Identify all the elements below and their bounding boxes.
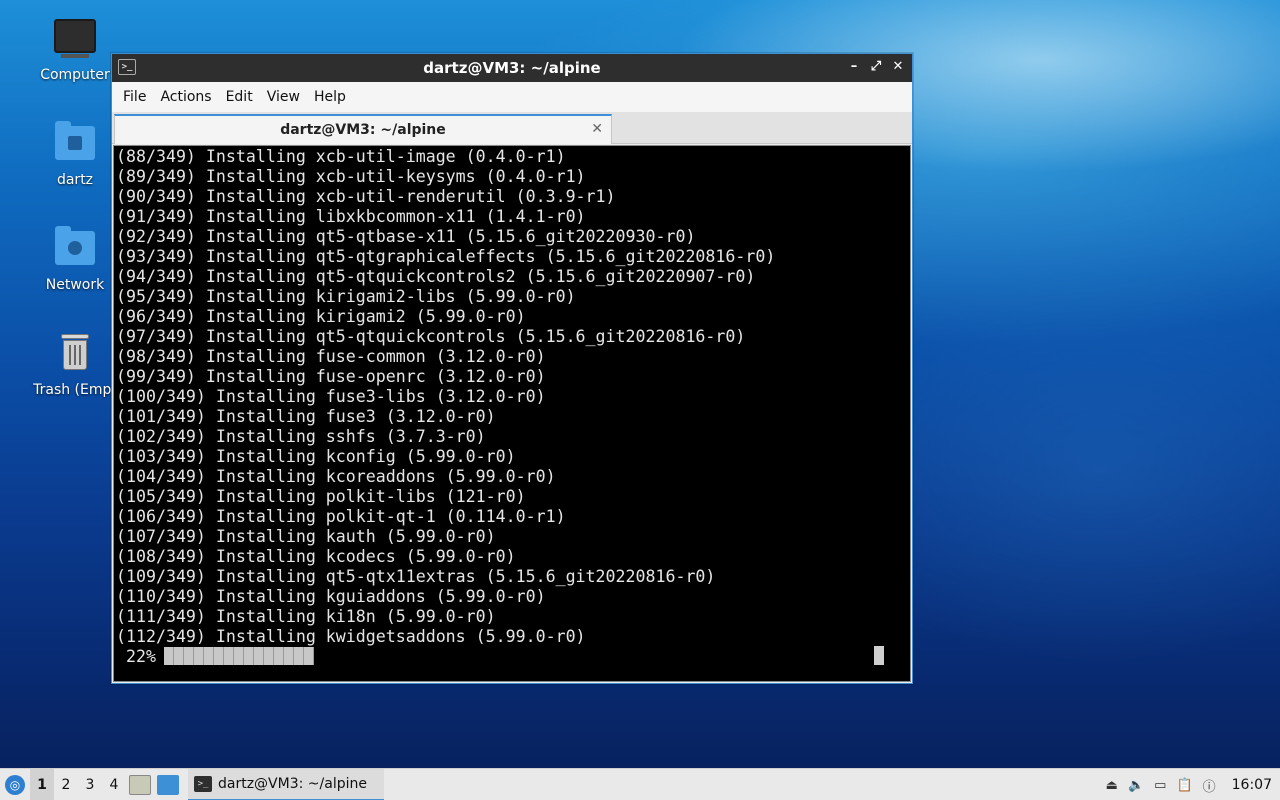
desktop-icon-label: Trash (Empt xyxy=(33,382,117,398)
terminal-window: >_ dartz@VM3: ~/alpine – ⤢ ✕ File Action… xyxy=(111,53,913,684)
terminal-line: (97/349) Installing qt5-qtquickcontrols … xyxy=(116,327,746,346)
terminal-line: (99/349) Installing fuse-openrc (3.12.0-… xyxy=(116,367,546,386)
clock[interactable]: 16:07 xyxy=(1232,777,1272,793)
task-label: dartz@VM3: ~/alpine xyxy=(218,775,367,792)
terminal-line: (98/349) Installing fuse-common (3.12.0-… xyxy=(116,347,546,366)
desktop-icon-label: Computer xyxy=(40,67,110,83)
menu-file[interactable]: File xyxy=(116,89,153,105)
close-button[interactable]: ✕ xyxy=(890,58,906,76)
workspace-3[interactable]: 3 xyxy=(78,769,102,800)
progress-line: 22% xyxy=(116,646,314,666)
terminal-line: (94/349) Installing qt5-qtquickcontrols2… xyxy=(116,267,756,286)
terminal-line: (100/349) Installing fuse3-libs (3.12.0-… xyxy=(116,387,546,406)
network-status-icon[interactable]: ▭ xyxy=(1154,778,1166,793)
menu-view[interactable]: View xyxy=(260,89,307,105)
terminal-line: (105/349) Installing polkit-libs (121-r0… xyxy=(116,487,526,506)
clipboard-icon[interactable]: 📋 xyxy=(1176,778,1192,793)
desktop-icon-home-folder[interactable]: dartz xyxy=(27,120,123,188)
window-title: dartz@VM3: ~/alpine xyxy=(423,59,601,77)
desktop-icon-computer[interactable]: Computer xyxy=(27,16,123,83)
terminal-app-icon[interactable]: >_ xyxy=(118,59,136,75)
start-menu-button[interactable]: ◎ xyxy=(0,769,30,800)
terminal-line: (112/349) Installing kwidgetsaddons (5.9… xyxy=(116,627,586,646)
volume-icon[interactable]: 🔈 xyxy=(1128,778,1144,793)
terminal-line: (93/349) Installing qt5-qtgraphicaleffec… xyxy=(116,247,776,266)
terminal-line: (106/349) Installing polkit-qt-1 (0.114.… xyxy=(116,507,566,526)
terminal-line: (90/349) Installing xcb-util-renderutil … xyxy=(116,187,616,206)
terminal-line: (91/349) Installing libxkbcommon-x11 (1.… xyxy=(116,207,586,226)
terminal-line: (110/349) Installing kguiaddons (5.99.0-… xyxy=(116,587,546,606)
terminal-line: (92/349) Installing qt5-qtbase-x11 (5.15… xyxy=(116,227,696,246)
menu-bar: File Actions Edit View Help xyxy=(112,82,912,112)
terminal-line: (89/349) Installing xcb-util-keysyms (0.… xyxy=(116,167,586,186)
file-manager-launcher-icon[interactable] xyxy=(129,774,151,795)
menu-edit[interactable]: Edit xyxy=(219,89,260,105)
terminal-line: (95/349) Installing kirigami2-libs (5.99… xyxy=(116,287,576,306)
workspace-1[interactable]: 1 xyxy=(30,768,54,800)
desktop-icon-label: Network xyxy=(45,277,105,293)
home-folder-icon xyxy=(53,120,97,164)
desktop-icon-network[interactable]: Network xyxy=(27,225,123,293)
terminal-task-icon: >_ xyxy=(194,775,212,792)
terminal-line: (107/349) Installing kauth (5.99.0-r0) xyxy=(116,527,496,546)
workspace-4[interactable]: 4 xyxy=(102,769,126,800)
terminal-line: (109/349) Installing qt5-qtx11extras (5.… xyxy=(116,567,716,586)
menu-actions[interactable]: Actions xyxy=(153,89,218,105)
app-menu-icon: ◎ xyxy=(5,774,25,795)
terminal-line: (111/349) Installing ki18n (5.99.0-r0) xyxy=(116,607,496,626)
tab-label: dartz@VM3: ~/alpine xyxy=(280,122,446,138)
window-titlebar[interactable]: >_ dartz@VM3: ~/alpine – ⤢ ✕ xyxy=(112,54,912,82)
terminal-line: (108/349) Installing kcodecs (5.99.0-r0) xyxy=(116,547,516,566)
network-folder-icon xyxy=(53,225,97,269)
terminal-cursor xyxy=(874,646,884,665)
terminal-line: (104/349) Installing kcoreaddons (5.99.0… xyxy=(116,467,556,486)
terminal-lines: (88/349) Installing xcb-util-image (0.4.… xyxy=(114,146,910,647)
tab-close-icon[interactable]: ✕ xyxy=(591,121,603,137)
workspace-2[interactable]: 2 xyxy=(54,769,78,800)
terminal-line: (102/349) Installing sshfs (3.7.3-r0) xyxy=(116,427,486,446)
progress-bar xyxy=(163,647,314,665)
terminal-line: (96/349) Installing kirigami2 (5.99.0-r0… xyxy=(116,307,526,326)
system-tray: ⏏ 🔈 ▭ 📋 ⓘ 16:07 xyxy=(1106,769,1280,800)
computer-icon xyxy=(53,19,97,63)
show-desktop-icon[interactable] xyxy=(157,774,179,795)
minimize-button[interactable]: – xyxy=(846,58,862,76)
trash-icon xyxy=(53,330,97,374)
tab-bar: dartz@VM3: ~/alpine ✕ xyxy=(112,112,912,144)
desktop-icon-trash[interactable]: Trash (Empt xyxy=(27,330,123,398)
terminal-line: (88/349) Installing xcb-util-image (0.4.… xyxy=(116,147,566,166)
taskbar-task-terminal[interactable]: >_ dartz@VM3: ~/alpine xyxy=(188,768,384,800)
menu-help[interactable]: Help xyxy=(307,89,353,105)
tab-terminal[interactable]: dartz@VM3: ~/alpine ✕ xyxy=(114,114,612,144)
eject-icon[interactable]: ⏏ xyxy=(1106,778,1118,793)
terminal-output[interactable]: (88/349) Installing xcb-util-image (0.4.… xyxy=(113,145,911,682)
terminal-line: (101/349) Installing fuse3 (3.12.0-r0) xyxy=(116,407,496,426)
maximize-button[interactable]: ⤢ xyxy=(868,58,884,76)
desktop-icon-label: dartz xyxy=(56,172,94,188)
progress-percent: 22% xyxy=(116,646,156,666)
taskbar: ◎ 1 2 3 4 >_ dartz@VM3: ~/alpine ⏏ 🔈 ▭ 📋… xyxy=(0,768,1280,800)
terminal-line: (103/349) Installing kconfig (5.99.0-r0) xyxy=(116,447,516,466)
updates-notification-icon[interactable]: ⓘ xyxy=(1203,776,1216,795)
